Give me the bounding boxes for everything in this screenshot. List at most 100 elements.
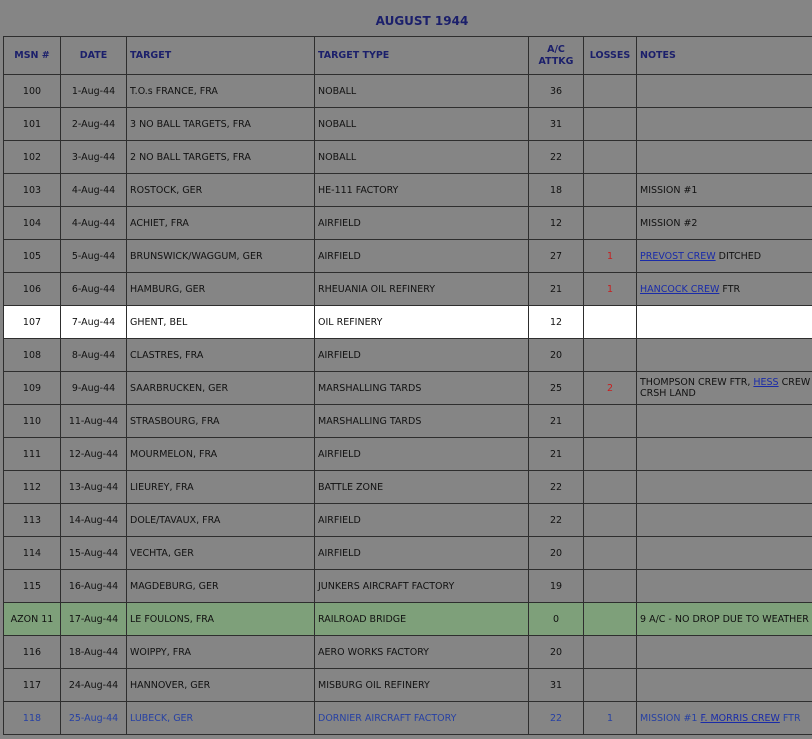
target-type-cell: BATTLE ZONE [314,470,529,504]
header-notes: NOTES [636,36,812,75]
target-type-cell: AIRFIELD [314,536,529,570]
notes-cell [636,140,812,174]
target-cell: HAMBURG, GER [126,272,315,306]
target-cell: DOLE/TAVAUX, FRA [126,503,315,537]
ac-cell: 12 [528,305,584,339]
crew-link[interactable]: HANCOCK CREW [640,284,719,295]
target-type-cell: JUNKERS AIRCRAFT FACTORY [314,569,529,603]
target-type-cell: HE-111 FACTORY [314,173,529,207]
msn-cell: 102 [3,140,61,174]
target-cell: LE FOULONS, FRA [126,602,315,636]
target-cell: BRUNSWICK/WAGGUM, GER [126,239,315,273]
target-cell: VECHTA, GER [126,536,315,570]
target-cell: LUBECK, GER [126,701,315,735]
crew-link[interactable]: PREVOST CREW [640,251,716,262]
losses-cell: 1 [583,272,637,306]
table-row: 111 12-Aug-44 MOURMELON, FRA AIRFIELD 21 [3,437,812,471]
target-cell: ROSTOCK, GER [126,173,315,207]
target-cell: HANNOVER, GER [126,668,315,702]
losses-cell [583,107,637,141]
table-row: 115 16-Aug-44 MAGDEBURG, GER JUNKERS AIRCRA… [3,569,812,603]
target-cell: ACHIET, FRA [126,206,315,240]
notes-cell [636,107,812,141]
notes-cell: PREVOST CREW DITCHED [636,239,812,273]
ac-cell: 21 [528,437,584,471]
target-type-cell: AIRFIELD [314,239,529,273]
msn-cell: 105 [3,239,61,273]
losses-cell [583,536,637,570]
msn-cell: 116 [3,635,61,669]
header-msn: MSN # [3,36,61,75]
table-row: AZON 11 17-Aug-44 LE FOULONS, FRA RAILROAD … [3,602,812,636]
msn-cell: 108 [3,338,61,372]
notes-cell: MISSION #1 F. MORRIS CREW FTR [636,701,812,735]
target-type-cell: MARSHALLING TARDS [314,371,529,405]
target-cell: MAGDEBURG, GER [126,569,315,603]
msn-cell: 113 [3,503,61,537]
target-cell: CLASTRES, FRA [126,338,315,372]
target-type-cell: AERO WORKS FACTORY [314,635,529,669]
notes-cell: MISSION #1 [636,173,812,207]
date-cell: 13-Aug-44 [60,470,127,504]
notes-cell [636,74,812,108]
msn-cell: 103 [3,173,61,207]
notes-text: DITCHED [715,250,762,262]
notes-cell [636,503,812,537]
losses-cell [583,503,637,537]
date-cell: 24-Aug-44 [60,668,127,702]
crew-link[interactable]: F. MORRIS CREW [701,713,780,724]
msn-cell: 115 [3,569,61,603]
table-row: 117 24-Aug-44 HANNOVER, GER MISBURG OIL REF… [3,668,812,702]
table-row: 114 15-Aug-44 VECHTA, GER AIRFIELD 20 [3,536,812,570]
target-type-cell: RAILROAD BRIDGE [314,602,529,636]
target-type-cell: AIRFIELD [314,338,529,372]
msn-cell: 107 [3,305,61,339]
target-cell: WOIPPY, FRA [126,635,315,669]
header-losses: LOSSES [583,36,637,75]
table-row: 101 2-Aug-44 3 NO BALL TARGETS, FRA NOBALL 3… [3,107,812,141]
table-row: 116 18-Aug-44 WOIPPY, FRA AERO WORKS FACTOR… [3,635,812,669]
msn-cell: 112 [3,470,61,504]
notes-text: FTR [779,712,801,724]
ac-cell: 27 [528,239,584,273]
msn-cell: 114 [3,536,61,570]
date-cell: 18-Aug-44 [60,635,127,669]
losses-cell [583,74,637,108]
date-cell: 15-Aug-44 [60,536,127,570]
msn-cell: 109 [3,371,61,405]
losses-cell [583,668,637,702]
losses-cell: 1 [583,239,637,273]
ac-cell: 22 [528,503,584,537]
losses-cell [583,338,637,372]
crew-link[interactable]: HESS [753,377,778,388]
msn-cell: 104 [3,206,61,240]
table-row: 112 13-Aug-44 LIEUREY, FRA BATTLE ZONE 22 [3,470,812,504]
ac-cell: 19 [528,569,584,603]
page-title: AUGUST 1944 [375,14,469,28]
msn-cell: AZON 11 [3,602,61,636]
notes-cell: 9 A/C - NO DROP DUE TO WEATHER [636,602,812,636]
notes-cell [636,569,812,603]
target-cell: MOURMELON, FRA [126,437,315,471]
notes-cell [636,635,812,669]
notes-cell [636,338,812,372]
notes-cell [636,437,812,471]
header-date: DATE [60,36,127,75]
notes-cell [636,668,812,702]
ac-cell: 21 [528,404,584,438]
target-cell: 2 NO BALL TARGETS, FRA [126,140,315,174]
ac-cell: 0 [528,602,584,636]
notes-cell [636,305,812,339]
msn-cell: 110 [3,404,61,438]
date-cell: 6-Aug-44 [60,272,127,306]
msn-cell: 118 [3,701,61,735]
ac-cell: 25 [528,371,584,405]
header-ac-line1: A/C [547,43,565,55]
msn-cell: 106 [3,272,61,306]
table-row: 102 3-Aug-44 2 NO BALL TARGETS, FRA NOBALL 2… [3,140,812,174]
notes-text: MISSION #1 [640,712,701,724]
target-type-cell: AIRFIELD [314,437,529,471]
notes-cell [636,404,812,438]
losses-cell [583,305,637,339]
table-row: 104 4-Aug-44 ACHIET, FRA AIRFIELD 12 MISSION … [3,206,812,240]
